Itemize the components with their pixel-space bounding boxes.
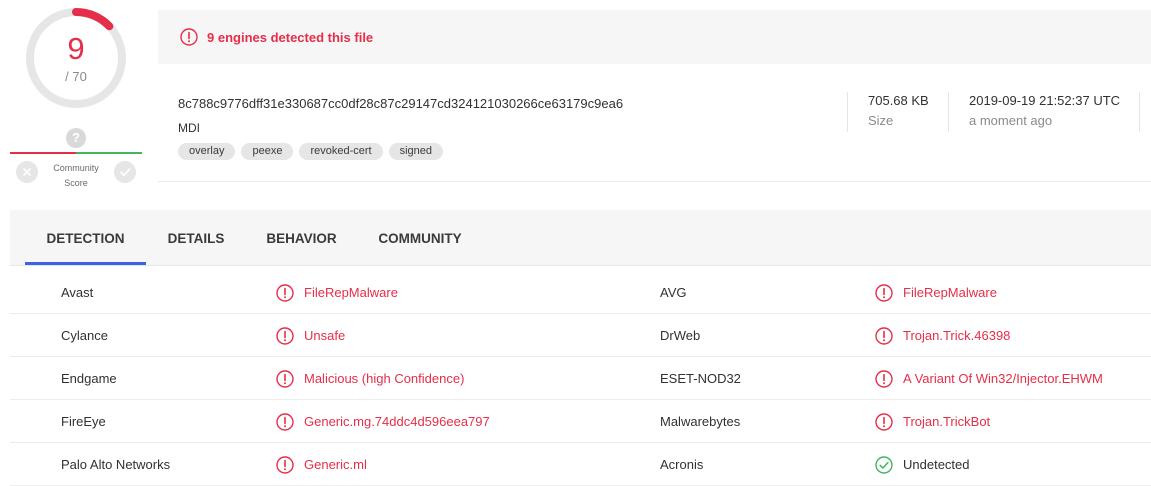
tab-community[interactable]: COMMUNITY: [357, 210, 483, 266]
community-score: ? Community Score: [10, 128, 142, 188]
engine-result: A Variant Of Win32/Injector.EHWM: [875, 357, 1103, 400]
tag-revoked-cert[interactable]: revoked-cert: [299, 143, 383, 160]
table-row: Palo Alto Networks Generic.ml Acronis Undet…: [10, 443, 1151, 486]
detection-results-table: Avast FileRepMalware AVG FileRepMalware Cyla…: [10, 271, 1151, 486]
engine-result: Unsafe: [276, 314, 345, 357]
file-size-label: Size: [868, 113, 894, 128]
engine-result: Malicious (high Confidence): [276, 357, 464, 400]
check-circle-icon: [875, 455, 893, 474]
alert-circle-icon: [276, 455, 294, 474]
analysis-date: 2019-09-19 21:52:37 UTC a moment ago: [948, 92, 1140, 132]
report-tabs: DETECTION DETAILS BEHAVIOR COMMUNITY: [10, 210, 1151, 266]
community-bar-positive: [76, 152, 142, 154]
engine-result: Generic.mg.74ddc4d596eea797: [276, 400, 490, 443]
file-size: 705.68 KB Size: [847, 92, 947, 132]
file-info-card: 8c788c9776dff31e330687cc0df28c87c29147cd…: [158, 64, 1151, 182]
community-label-line2: Score: [64, 178, 88, 188]
table-row: Endgame Malicious (high Confidence) ESET-N…: [10, 357, 1151, 400]
detection-alert-banner: 9 engines detected this file: [158, 10, 1151, 64]
result-label: FileRepMalware: [903, 285, 997, 300]
detection-score-ring: 9 / 70: [24, 6, 128, 110]
tab-behavior[interactable]: BEHAVIOR: [246, 210, 357, 266]
file-size-value: 705.68 KB: [868, 93, 929, 108]
tab-detection[interactable]: DETECTION: [25, 210, 146, 266]
alert-circle-icon: [875, 369, 893, 388]
score-total-engines: / 70: [65, 69, 87, 84]
analysis-date-relative: a moment ago: [969, 113, 1053, 128]
engine-name: DrWeb: [660, 328, 701, 343]
engine-name: Cylance: [61, 328, 108, 343]
result-label: A Variant Of Win32/Injector.EHWM: [903, 371, 1103, 386]
alert-circle-icon: [875, 283, 893, 302]
engine-result: Trojan.Trick.46398: [875, 314, 1010, 357]
tag-overlay[interactable]: overlay: [178, 143, 236, 160]
engine-name: Avast: [61, 285, 94, 300]
engine-result: FileRepMalware: [276, 271, 398, 314]
result-label: FileRepMalware: [304, 285, 398, 300]
tab-details[interactable]: DETAILS: [146, 210, 246, 266]
engine-result: Trojan.TrickBot: [875, 400, 990, 443]
community-label-line1: Community: [53, 163, 99, 173]
table-row: Avast FileRepMalware AVG FileRepMalware: [10, 271, 1151, 314]
alert-circle-icon: [276, 412, 294, 431]
result-label: Generic.mg.74ddc4d596eea797: [304, 414, 490, 429]
alert-circle-icon: [875, 326, 893, 345]
check-icon: [120, 168, 131, 177]
engine-name: ESET-NOD32: [660, 371, 741, 386]
alert-circle-icon: [180, 28, 198, 46]
engine-name: Acronis: [660, 457, 704, 472]
engine-result: Generic.ml: [276, 443, 367, 486]
tag-signed[interactable]: signed: [388, 143, 444, 160]
community-score-label: Community Score: [44, 161, 108, 191]
analysis-date-value: 2019-09-19 21:52:37 UTC: [969, 93, 1121, 108]
result-label: Malicious (high Confidence): [304, 371, 465, 386]
alert-circle-icon: [276, 369, 294, 388]
close-icon: [23, 168, 31, 176]
engine-name: Endgame: [61, 371, 117, 386]
vote-harmless-button[interactable]: [114, 161, 136, 183]
engine-result: FileRepMalware: [875, 271, 997, 314]
table-row: Cylance Unsafe DrWeb Trojan.Trick.46398: [10, 314, 1151, 357]
score-detected-count: 9: [67, 31, 85, 66]
file-type: MDI: [178, 121, 200, 135]
result-label: Unsafe: [304, 328, 346, 343]
alert-circle-icon: [875, 412, 893, 431]
result-label: Undetected: [903, 457, 970, 472]
engine-name: Malwarebytes: [660, 414, 741, 429]
result-label: Generic.ml: [304, 457, 367, 472]
result-label: Trojan.TrickBot: [903, 414, 991, 429]
alert-text: 9 engines detected this file: [207, 29, 374, 45]
engine-name: Palo Alto Networks: [61, 457, 171, 472]
tag-peexe[interactable]: peexe: [241, 143, 294, 160]
vote-harmful-button[interactable]: [16, 161, 38, 183]
alert-circle-icon: [276, 283, 294, 302]
community-bar-negative: [10, 152, 76, 154]
engine-name: FireEye: [61, 414, 106, 429]
help-icon[interactable]: ?: [66, 128, 86, 148]
file-tags: overlay peexe revoked-cert signed: [178, 143, 444, 160]
result-label: Trojan.Trick.46398: [903, 328, 1011, 343]
file-hash[interactable]: 8c788c9776dff31e330687cc0df28c87c29147cd…: [178, 96, 623, 111]
engine-name: AVG: [660, 285, 687, 300]
table-row: FireEye Generic.mg.74ddc4d596eea797 Malwar…: [10, 400, 1151, 443]
engine-result: Undetected: [875, 443, 970, 486]
alert-circle-icon: [276, 326, 294, 345]
